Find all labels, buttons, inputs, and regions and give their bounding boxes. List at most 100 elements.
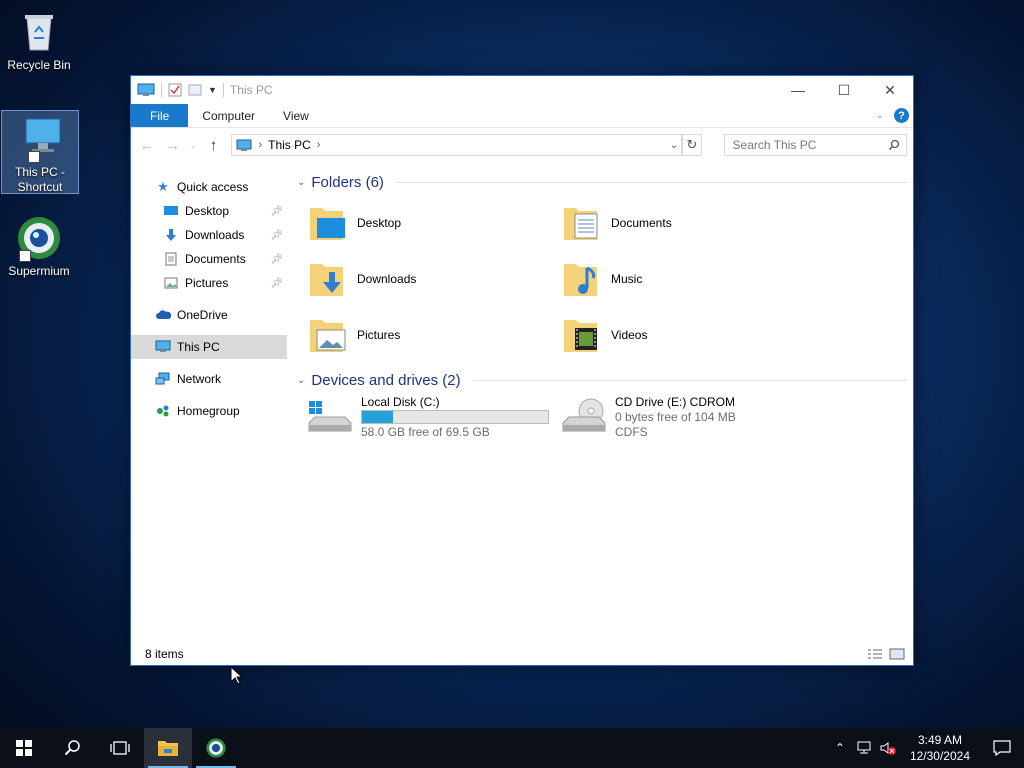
search-input[interactable] — [732, 138, 889, 152]
pin-icon[interactable]: 📌︎ — [270, 254, 283, 265]
desktop-icon-this-pc-shortcut[interactable]: This PC - Shortcut — [1, 110, 79, 194]
homegroup-icon — [155, 403, 171, 419]
chevron-down-icon[interactable]: ▼ — [208, 85, 217, 95]
group-title: Folders (6) — [311, 173, 384, 191]
search-icon[interactable] — [888, 139, 900, 151]
item-count: 8 items — [145, 647, 184, 661]
tab-view[interactable]: View — [269, 104, 323, 127]
folder-desktop[interactable]: Desktop — [307, 199, 561, 247]
folder-music[interactable]: Music — [561, 255, 815, 303]
large-icons-view-icon[interactable] — [889, 648, 905, 660]
folder-label: Music — [611, 272, 643, 286]
clock[interactable]: 3:49 AM 12/30/2024 — [900, 732, 980, 764]
nav-item-this-pc[interactable]: This PC — [131, 335, 287, 359]
refresh-button[interactable]: ↻ — [683, 134, 702, 156]
folder-downloads[interactable]: Downloads — [307, 255, 561, 303]
start-button[interactable] — [0, 728, 48, 768]
search-button[interactable] — [48, 728, 96, 768]
search-box[interactable] — [723, 134, 908, 156]
desktop-icon-supermium[interactable]: Supermium — [0, 214, 78, 279]
nav-item-label: Homegroup — [177, 404, 240, 418]
action-center-button[interactable] — [980, 740, 1024, 756]
drive-local-disk-c[interactable]: Local Disk (C:) 58.0 GB free of 69.5 GB — [307, 393, 561, 441]
network-icon[interactable] — [852, 741, 876, 755]
drive-usage-fill — [362, 411, 393, 423]
help-icon[interactable]: ? — [894, 108, 909, 123]
supermium-icon — [206, 738, 226, 758]
folders-group-header[interactable]: ⌄ Folders (6) — [297, 171, 907, 193]
nav-item-homegroup[interactable]: Homegroup — [131, 399, 287, 423]
chevron-right-icon[interactable]: › — [258, 139, 262, 151]
nav-item-downloads[interactable]: Downloads 📌︎ — [131, 223, 287, 247]
status-bar: 8 items — [131, 643, 913, 665]
divider — [472, 379, 907, 381]
folder-label: Downloads — [357, 272, 417, 286]
breadcrumb[interactable]: This PC — [268, 138, 311, 152]
separator — [222, 83, 224, 97]
folder-documents[interactable]: Documents — [561, 199, 815, 247]
details-view-icon[interactable] — [867, 648, 883, 660]
desktop-icon-label: Recycle Bin — [7, 58, 71, 72]
folder-videos[interactable]: Videos — [561, 311, 815, 359]
network-icon — [155, 371, 171, 387]
tab-file[interactable]: File — [131, 104, 189, 127]
desktop-icon-label: This PC - Shortcut — [14, 165, 65, 194]
address-bar[interactable]: › This PC › ⌄ — [231, 134, 684, 156]
drives-group-header[interactable]: ⌄ Devices and drives (2) — [297, 369, 907, 391]
taskbar-file-explorer[interactable] — [144, 728, 192, 768]
new-folder-icon[interactable] — [188, 83, 202, 97]
desktop-icon-recycle-bin[interactable]: Recycle Bin — [0, 8, 78, 73]
pictures-icon — [163, 275, 179, 291]
mouse-cursor-icon — [230, 666, 244, 685]
address-dropdown-button[interactable]: ⌄ — [666, 135, 683, 155]
chevron-down-icon[interactable]: ⌄ — [297, 375, 305, 386]
close-button[interactable]: ✕ — [867, 76, 913, 104]
cloud-icon — [155, 307, 171, 323]
nav-item-documents[interactable]: Documents 📌︎ — [131, 247, 287, 271]
properties-icon[interactable] — [168, 83, 182, 97]
taskbar-supermium[interactable] — [192, 728, 240, 768]
task-view-button[interactable] — [96, 728, 144, 768]
ribbon: File Computer View ⌄ ? — [131, 104, 913, 128]
chevron-right-icon[interactable]: › — [317, 139, 321, 151]
folder-pictures[interactable]: Pictures — [307, 311, 561, 359]
supermium-icon — [15, 214, 63, 262]
drives-grid: Local Disk (C:) 58.0 GB free of 69.5 GB … — [297, 391, 907, 441]
up-button[interactable]: ↑ — [204, 134, 224, 156]
window-title: This PC — [229, 83, 273, 97]
drive-cd-e[interactable]: CD Drive (E:) CDROM 0 bytes free of 104 … — [561, 393, 815, 441]
task-view-icon — [110, 741, 130, 755]
pin-icon[interactable]: 📌︎ — [270, 206, 283, 217]
pin-icon[interactable]: 📌︎ — [270, 230, 283, 241]
taskbar: ⌃ 3:49 AM 12/30/2024 — [0, 728, 1024, 768]
chevron-down-icon[interactable]: ⌄ — [297, 177, 305, 188]
downloads-folder-icon — [310, 264, 343, 296]
navigation-pane: ★ Quick access Desktop 📌︎ Downloads 📌︎ D… — [131, 163, 287, 643]
nav-item-label: Network — [177, 372, 222, 386]
nav-item-label: Documents — [185, 252, 246, 266]
nav-item-desktop[interactable]: Desktop 📌︎ — [131, 199, 287, 223]
nav-item-pictures[interactable]: Pictures 📌︎ — [131, 271, 287, 295]
expand-ribbon-icon[interactable]: ⌄ — [876, 110, 884, 121]
videos-folder-icon — [564, 320, 597, 352]
nav-item-onedrive[interactable]: OneDrive — [131, 303, 287, 327]
forward-button[interactable]: → — [163, 134, 183, 156]
pin-icon[interactable]: 📌︎ — [270, 278, 283, 289]
download-icon — [163, 227, 179, 243]
minimize-button[interactable]: — — [775, 76, 821, 104]
volume-muted-icon[interactable] — [876, 741, 900, 755]
recent-locations-button[interactable]: ⌄ — [189, 134, 198, 156]
nav-item-label: Downloads — [185, 228, 245, 242]
document-icon — [163, 251, 179, 267]
drive-name: Local Disk (C:) — [361, 395, 440, 409]
tab-computer[interactable]: Computer — [188, 104, 269, 127]
drive-free-space: 58.0 GB free of 69.5 GB — [361, 425, 490, 439]
nav-item-quick-access[interactable]: ★ Quick access — [131, 175, 287, 199]
nav-item-label: OneDrive — [177, 308, 228, 322]
desktop-icon-label: Supermium — [8, 264, 70, 278]
back-button[interactable]: ← — [137, 134, 157, 156]
show-hidden-icons-button[interactable]: ⌃ — [828, 741, 852, 755]
maximize-button[interactable]: ☐ — [821, 76, 867, 104]
folders-grid: Desktop Documents Downloads Music Pictur… — [297, 193, 907, 359]
nav-item-network[interactable]: Network — [131, 367, 287, 391]
